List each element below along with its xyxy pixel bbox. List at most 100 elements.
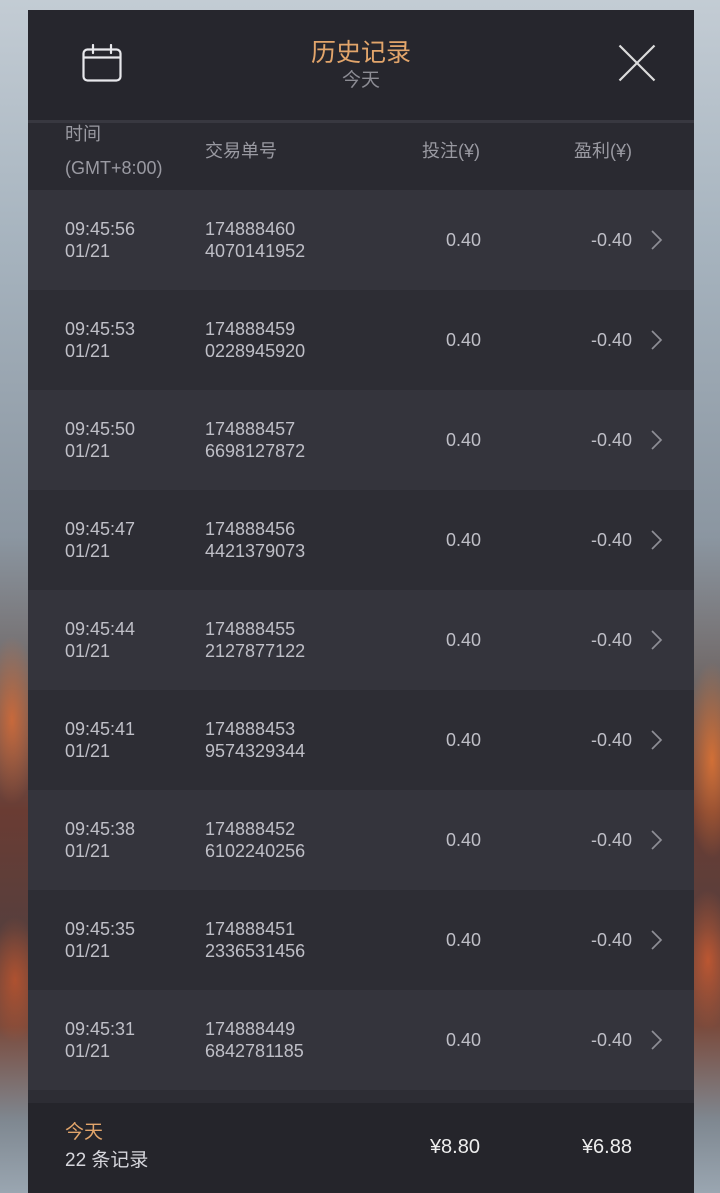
record-time: 09:45:56: [65, 219, 136, 239]
record-time: 09:45:35: [65, 919, 136, 939]
record-order-no-line1: 174888456: [205, 519, 296, 539]
record-profit: -0.40: [590, 830, 632, 850]
column-header-bet: 投注(¥): [422, 141, 480, 161]
record-order-no-cell: 174888459 0228945920: [205, 318, 305, 362]
record-order-no-line2: 2127877122: [205, 641, 306, 661]
record-profit: -0.40: [590, 1030, 632, 1050]
record-profit: -0.40: [590, 430, 632, 450]
record-date: 01/21: [65, 841, 111, 861]
record-time-cell: 09:45:44 01/21: [65, 618, 135, 662]
record-order-no-line2: 4070141952: [205, 241, 306, 261]
column-header-time: 时间: [65, 124, 101, 144]
summary-count: 22 条记录: [65, 1150, 149, 1171]
record-order-no-line2: 4421379073: [205, 541, 306, 561]
record-order-no-line2: 0228945920: [205, 341, 306, 361]
chevron-right-icon: [650, 629, 663, 651]
record-time: 09:45:38: [65, 819, 136, 839]
record-order-no-cell: 174888460 4070141952: [205, 218, 305, 262]
record-bet: 0.40: [445, 1030, 481, 1050]
record-time: 09:45:50: [65, 419, 136, 439]
record-date: 01/21: [65, 341, 111, 361]
chevron-right-icon: [650, 529, 663, 551]
record-order-no-line1: 174888453: [205, 719, 296, 739]
record-row[interactable]: 09:45:50 01/21 174888457 6698127872 0.40…: [28, 390, 694, 490]
panel-title: 历史记录: [310, 39, 411, 67]
record-time: 09:45:47: [65, 519, 136, 539]
record-time-cell: 09:45:47 01/21: [65, 518, 135, 562]
record-time-cell: 09:45:35 01/21: [65, 918, 135, 962]
record-row[interactable]: 09:45:47 01/21 174888456 4421379073 0.40…: [28, 490, 694, 590]
record-profit: -0.40: [590, 230, 632, 250]
record-order-no-line1: 174888452: [205, 819, 296, 839]
chevron-right-icon: [650, 929, 663, 951]
close-button[interactable]: [618, 44, 656, 82]
column-header-order-no: 交易单号: [205, 141, 277, 161]
panel-header: 历史记录 今天: [28, 10, 694, 123]
record-order-no-line2: 6842781185: [205, 1041, 304, 1061]
record-order-no-cell: 174888452 6102240256: [205, 818, 305, 862]
record-bet: 0.40: [445, 730, 481, 750]
table-header: 时间 (GMT+8:00) 交易单号 投注(¥) 盈利(¥): [28, 123, 694, 190]
record-bet: 0.40: [445, 230, 481, 250]
chevron-right-icon: [650, 1029, 663, 1051]
record-order-no-line2: 6698127872: [205, 441, 306, 461]
summary-total-bet: ¥8.80: [429, 1136, 480, 1158]
record-date: 01/21: [65, 441, 111, 461]
record-row[interactable]: 09:45:56 01/21 174888460 4070141952 0.40…: [28, 190, 694, 290]
record-row[interactable]: 09:45:44 01/21 174888455 2127877122 0.40…: [28, 590, 694, 690]
record-time: 09:45:31: [65, 1019, 136, 1039]
record-time-cell: 09:45:41 01/21: [65, 718, 135, 762]
record-date: 01/21: [65, 241, 111, 261]
record-date: 01/21: [65, 1041, 111, 1061]
record-order-no-line1: 174888451: [205, 919, 296, 939]
record-order-no-cell: 174888451 2336531456: [205, 918, 305, 962]
record-order-no-line1: 174888457: [205, 419, 296, 439]
chevron-right-icon: [650, 729, 663, 751]
chevron-right-icon: [650, 329, 663, 351]
record-bet: 0.40: [445, 330, 481, 350]
summary-total-profit: ¥6.88: [581, 1136, 632, 1158]
record-time: 09:45:41: [65, 719, 136, 739]
chevron-right-icon: [650, 829, 663, 851]
record-order-no-cell: 174888449 6842781185: [205, 1018, 304, 1062]
summary-period: 今天: [65, 1122, 104, 1143]
record-row[interactable]: 09:45:38 01/21 174888452 6102240256 0.40…: [28, 790, 694, 890]
record-bet: 0.40: [445, 530, 481, 550]
history-panel: 历史记录 今天 时间 (GMT+8:00) 交易单号 投注(¥) 盈利(¥) 0…: [28, 10, 694, 1193]
chevron-right-icon: [650, 429, 663, 451]
record-order-no-line1: 174888449: [205, 1019, 296, 1039]
column-header-profit: 盈利(¥): [574, 141, 632, 161]
record-time-cell: 09:45:56 01/21: [65, 218, 135, 262]
record-profit: -0.40: [590, 730, 632, 750]
record-profit: -0.40: [590, 330, 632, 350]
record-date: 01/21: [65, 641, 111, 661]
record-time-cell: 09:45:31 01/21: [65, 1018, 135, 1062]
record-order-no-cell: 174888457 6698127872: [205, 418, 305, 462]
record-profit: -0.40: [590, 630, 632, 650]
record-time-cell: 09:45:38 01/21: [65, 818, 135, 862]
record-time: 09:45:53: [65, 319, 136, 339]
record-bet: 0.40: [445, 630, 481, 650]
record-bet: 0.40: [445, 930, 481, 950]
record-order-no-line1: 174888459: [205, 319, 296, 339]
record-order-no-line2: 6102240256: [205, 841, 306, 861]
record-order-no-line1: 174888455: [205, 619, 296, 639]
record-row[interactable]: 09:45:31 01/21 174888449 6842781185 0.40…: [28, 990, 694, 1090]
record-time-cell: 09:45:50 01/21: [65, 418, 135, 462]
record-time: 09:45:44: [65, 619, 136, 639]
record-row[interactable]: 09:45:35 01/21 174888451 2336531456 0.40…: [28, 890, 694, 990]
record-order-no-cell: 174888455 2127877122: [205, 618, 305, 662]
record-row[interactable]: 09:45:53 01/21 174888459 0228945920 0.40…: [28, 290, 694, 390]
chevron-right-icon: [650, 229, 663, 251]
records-list[interactable]: 09:45:56 01/21 174888460 4070141952 0.40…: [28, 190, 694, 1103]
summary-footer: 今天 22 条记录 ¥8.80 ¥6.88: [28, 1103, 694, 1193]
record-profit: -0.40: [590, 530, 632, 550]
record-time-cell: 09:45:53 01/21: [65, 318, 135, 362]
record-order-no-cell: 174888456 4421379073: [205, 518, 305, 562]
record-row[interactable]: 09:45:41 01/21 174888453 9574329344 0.40…: [28, 690, 694, 790]
date-range-label: 今天: [341, 70, 380, 91]
close-icon: [618, 44, 656, 82]
record-order-no-line1: 174888460: [205, 219, 296, 239]
record-profit: -0.40: [590, 930, 632, 950]
record-order-no-line2: 2336531456: [205, 941, 306, 961]
